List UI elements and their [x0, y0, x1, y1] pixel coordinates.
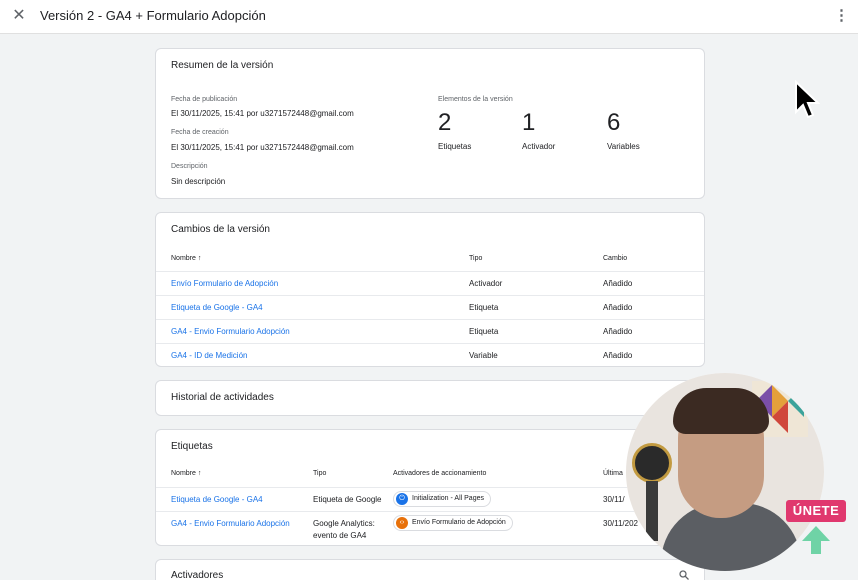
change-name-link[interactable]: GA4 - Envio Formulario Adopción	[171, 327, 290, 336]
summary-title: Resumen de la versión	[171, 60, 274, 71]
created-value: El 30/11/2025, 15:41 por u3271572448@gma…	[171, 143, 354, 152]
table-row: GA4 - Envio Formulario Adopción Google A…	[156, 511, 704, 547]
column-last-header: Última	[603, 470, 623, 477]
tags-card: Etiquetas Nombre ↑ Tipo Activadores de a…	[155, 429, 705, 546]
table-row: Etiqueta de Google - GA4 Etiqueta Añadid…	[156, 295, 704, 319]
tag-type-detail: evento de GA4	[313, 531, 367, 540]
change-status: Añadido	[603, 351, 633, 360]
triggers-card: Activadores	[155, 559, 705, 580]
trigger-chip-label: Initialization - All Pages	[412, 495, 484, 502]
close-icon[interactable]: ✕	[10, 7, 28, 25]
published-label: Fecha de publicación	[171, 96, 238, 103]
mouse-cursor-icon	[795, 80, 820, 119]
changes-table-header: Nombre ↑ Tipo Cambio	[156, 253, 704, 271]
change-name-link[interactable]: GA4 - ID de Medición	[171, 351, 247, 360]
page-title: Versión 2 - GA4 + Formulario Adopción	[40, 8, 266, 23]
tag-last-modified: 30/11/	[603, 495, 625, 504]
column-name-header[interactable]: Nombre ↑	[171, 470, 201, 477]
tags-title: Etiquetas	[171, 441, 213, 452]
variables-count-label: Variables	[607, 142, 640, 151]
arrow-up-icon: ↑	[197, 255, 202, 262]
description-label: Descripción	[171, 163, 208, 170]
webcam-overlay	[626, 373, 824, 571]
created-label: Fecha de creación	[171, 129, 229, 136]
version-changes-card: Cambios de la versión Nombre ↑ Tipo Camb…	[155, 212, 705, 367]
version-summary-card: Resumen de la versión Fecha de publicaci…	[155, 48, 705, 199]
table-row: GA4 - Envio Formulario Adopción Etiqueta…	[156, 319, 704, 343]
tag-type: Etiqueta de Google	[313, 495, 382, 504]
lamp	[632, 443, 672, 483]
tags-count: 2	[438, 109, 452, 136]
column-change-header: Cambio	[603, 255, 628, 262]
elements-label: Elementos de la versión	[438, 96, 513, 103]
change-status: Añadido	[603, 279, 633, 288]
lamp-stand	[646, 481, 658, 541]
trigger-chip[interactable]: ⏻ Initialization - All Pages	[393, 491, 491, 507]
column-triggers-header: Activadores de accionamiento	[393, 470, 487, 477]
tags-count-label: Etiquetas	[438, 142, 472, 151]
change-status: Añadido	[603, 303, 633, 312]
column-type-header: Tipo	[313, 470, 327, 477]
triggers-count: 1	[522, 109, 536, 136]
tag-type: Google Analytics:	[313, 519, 375, 528]
column-type-header: Tipo	[469, 255, 483, 262]
change-type: Etiqueta	[469, 303, 499, 312]
trigger-chip[interactable]: ‹› Envío Formulario de Adopción	[393, 515, 513, 531]
arrow-up-icon	[802, 526, 830, 554]
change-type: Variable	[469, 351, 498, 360]
triggers-title: Activadores	[171, 570, 224, 580]
join-badge: ÚNETE	[786, 500, 846, 522]
person-hair	[673, 388, 769, 434]
change-type: Etiqueta	[469, 327, 499, 336]
triggers-count-label: Activador	[522, 142, 556, 151]
change-type: Activador	[469, 279, 503, 288]
description-value: Sin descripción	[171, 177, 226, 186]
arrow-up-icon: ↑	[197, 470, 202, 477]
power-icon: ⏻	[396, 493, 408, 505]
change-name-link[interactable]: Envío Formulario de Adopción	[171, 279, 278, 288]
tags-table-header: Nombre ↑ Tipo Activadores de accionamien…	[156, 468, 704, 486]
code-icon: ‹›	[396, 517, 408, 529]
tag-name-link[interactable]: GA4 - Envio Formulario Adopción	[171, 519, 290, 528]
variables-count: 6	[607, 109, 621, 136]
column-name-header[interactable]: Nombre ↑	[171, 255, 201, 262]
table-row: Envío Formulario de Adopción Activador A…	[156, 271, 704, 295]
trigger-chip-label: Envío Formulario de Adopción	[412, 519, 506, 526]
top-bar: ✕ Versión 2 - GA4 + Formulario Adopción …	[0, 0, 858, 34]
history-title: Historial de actividades	[171, 392, 274, 403]
table-row: GA4 - ID de Medición Variable Añadido	[156, 343, 704, 367]
table-row: Etiqueta de Google - GA4 Etiqueta de Goo…	[156, 487, 704, 511]
activity-history-card[interactable]: Historial de actividades	[155, 380, 705, 416]
changes-title: Cambios de la versión	[171, 224, 270, 235]
change-status: Añadido	[603, 327, 633, 336]
published-value: El 30/11/2025, 15:41 por u3271572448@gma…	[171, 109, 354, 118]
tag-name-link[interactable]: Etiqueta de Google - GA4	[171, 495, 263, 504]
more-vert-icon[interactable]: ⋮	[834, 7, 849, 25]
change-name-link[interactable]: Etiqueta de Google - GA4	[171, 303, 263, 312]
